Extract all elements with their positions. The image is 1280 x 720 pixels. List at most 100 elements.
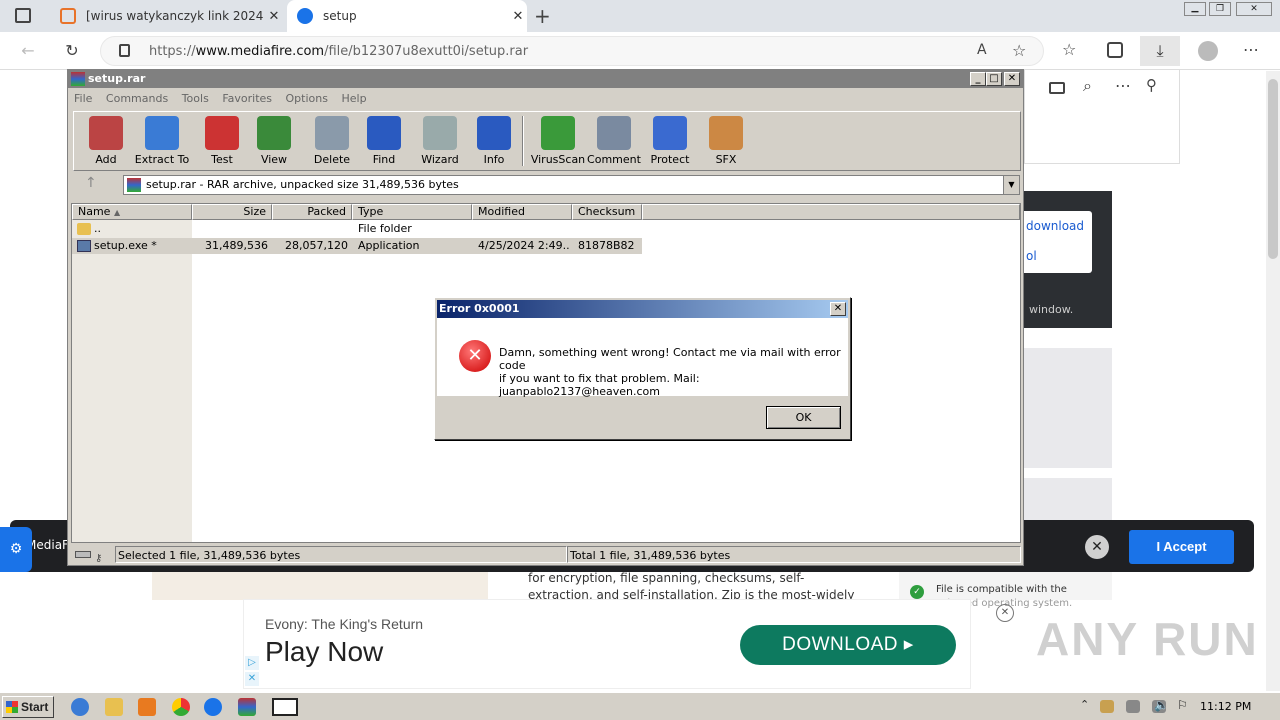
up-folder-icon[interactable]: ↑: [85, 175, 97, 191]
column-size[interactable]: Size: [192, 204, 272, 220]
dialog-close-icon[interactable]: ✕: [830, 302, 846, 316]
ie-icon[interactable]: [71, 698, 89, 716]
tool-sfx-button[interactable]: SFX: [698, 114, 754, 166]
watermark-logo: ANY RUN: [1036, 613, 1259, 665]
restore-icon[interactable]: ❐: [1209, 2, 1231, 16]
winrar-taskbar-icon[interactable]: [238, 698, 256, 716]
volume-icon[interactable]: 🔈: [1154, 698, 1169, 712]
favorites-icon[interactable]: ☆: [1062, 40, 1076, 59]
new-tab-icon[interactable]: +: [534, 4, 551, 28]
download-link[interactable]: download: [1026, 219, 1084, 233]
tool-delete-button[interactable]: Delete: [304, 114, 360, 166]
sfx-icon: [709, 116, 743, 150]
close-window-icon[interactable]: ✕: [1236, 2, 1272, 16]
tab-setup[interactable]: setup ✕: [287, 0, 527, 32]
menu-file[interactable]: File: [74, 92, 92, 105]
window-taskbar-icon[interactable]: [272, 698, 298, 716]
tab-actions-icon[interactable]: [15, 8, 31, 23]
dialog-title-bar[interactable]: Error 0x0001 ✕: [437, 300, 848, 318]
sort-asc-icon: ▲: [113, 208, 121, 217]
more-menu-icon[interactable]: ⋯: [1243, 40, 1259, 59]
tool-test-button[interactable]: Test: [194, 114, 250, 166]
article-image: [152, 572, 488, 600]
ad-download-button[interactable]: DOWNLOAD ▸: [740, 625, 956, 665]
settings-chip-icon[interactable]: ⚙: [0, 527, 32, 572]
profile-avatar[interactable]: [1198, 41, 1218, 61]
table-row[interactable]: .. File folder: [72, 221, 642, 237]
menu-favorites[interactable]: Favorites: [222, 92, 272, 105]
menu-help[interactable]: Help: [341, 92, 366, 105]
tool-protect-button[interactable]: Protect: [642, 114, 698, 166]
tab-wirus[interactable]: [wirus watykanczyk link 2024 dow ✕: [50, 0, 283, 32]
url-field[interactable]: https://www.mediafire.com/file/b12307u8e…: [100, 36, 1044, 66]
flag-icon[interactable]: ⚐: [1177, 698, 1188, 712]
cookie-close-icon[interactable]: ✕: [1085, 535, 1109, 559]
tool-info-button[interactable]: Info: [466, 114, 522, 166]
tool-label: Add: [95, 153, 117, 166]
ad-x-icon[interactable]: ✕: [245, 672, 259, 686]
menu-tools[interactable]: Tools: [182, 92, 209, 105]
ad-download-label: DOWNLOAD: [782, 634, 899, 655]
archive-path-field[interactable]: setup.rar - RAR archive, unpacked size 3…: [123, 175, 1020, 195]
ok-button[interactable]: OK: [766, 406, 841, 429]
menu-commands[interactable]: Commands: [106, 92, 168, 105]
pin-icon[interactable]: ⚲: [1146, 76, 1157, 94]
scrollbar-thumb[interactable]: [1268, 79, 1278, 259]
adchoices-icon[interactable]: ▷: [245, 656, 259, 670]
open-folder-icon[interactable]: [1049, 82, 1065, 94]
tray-box-icon[interactable]: [1100, 700, 1114, 713]
column-name[interactable]: Name ▲: [72, 204, 192, 220]
winrar-title-bar[interactable]: setup.rar _ □ ✕: [68, 70, 1023, 88]
table-row-selected[interactable]: setup.exe * 31,489,536 28,057,120 Applic…: [72, 238, 642, 254]
column-label: Name: [78, 205, 111, 218]
downloads-more-icon[interactable]: ⋯: [1115, 76, 1131, 95]
refresh-icon[interactable]: ↻: [60, 40, 84, 62]
advertisement[interactable]: Evony: The King's Return Play Now DOWNLO…: [243, 599, 1014, 689]
downloads-icon[interactable]: ⤓: [1140, 36, 1180, 66]
close-tab-icon[interactable]: ✕: [509, 9, 527, 24]
page-scrollbar[interactable]: [1266, 71, 1280, 691]
menu-options[interactable]: Options: [286, 92, 328, 105]
column-checksum[interactable]: Checksum: [572, 204, 642, 220]
tool-label: Extract To: [134, 153, 190, 166]
tray-expand-icon[interactable]: ⌃: [1080, 698, 1089, 711]
winrar-maximize-icon[interactable]: □: [986, 72, 1002, 86]
tool-extract-to-button[interactable]: Extract To: [134, 114, 190, 166]
start-button[interactable]: Start: [2, 696, 54, 718]
tool-find-button[interactable]: Find: [356, 114, 412, 166]
add-favorite-icon[interactable]: ☆: [1012, 41, 1026, 60]
column-modified[interactable]: Modified: [472, 204, 572, 220]
tool-add-button[interactable]: Add: [78, 114, 134, 166]
explorer-icon[interactable]: [105, 698, 123, 716]
winrar-close-icon[interactable]: ✕: [1004, 72, 1020, 86]
winrar-minimize-icon[interactable]: _: [970, 72, 986, 86]
close-tab-icon[interactable]: ✕: [265, 9, 283, 24]
search-downloads-icon[interactable]: ⌕: [1083, 76, 1092, 96]
tool-comment-button[interactable]: Comment: [586, 114, 642, 166]
tray-network-icon[interactable]: [1126, 700, 1140, 713]
find-icon: [367, 116, 401, 150]
column-packed[interactable]: Packed: [272, 204, 352, 220]
tool-wizard-button[interactable]: Wizard: [412, 114, 468, 166]
ad-close-icon[interactable]: ✕: [996, 604, 1014, 622]
taskbar-clock[interactable]: 11:12 PM: [1200, 700, 1251, 713]
minimize-icon[interactable]: ▁: [1184, 2, 1206, 16]
collections-icon[interactable]: [1107, 42, 1123, 58]
downloads-panel: ⌕ ⋯ ⚲: [1024, 70, 1180, 164]
lock-icon[interactable]: [119, 44, 130, 57]
chrome-icon[interactable]: [172, 698, 190, 716]
tool-label: Info: [483, 153, 505, 166]
tool-view-button[interactable]: View: [246, 114, 302, 166]
drive-icon: [75, 551, 91, 558]
media-player-icon[interactable]: [138, 698, 156, 716]
protect-icon: [653, 116, 687, 150]
path-dropdown-icon[interactable]: ▼: [1003, 176, 1019, 194]
tool-link[interactable]: ol: [1026, 249, 1037, 263]
edge-icon[interactable]: [204, 698, 222, 716]
back-icon[interactable]: ←: [16, 40, 40, 62]
tool-label: SFX: [715, 153, 737, 166]
read-aloud-icon[interactable]: A: [977, 42, 987, 58]
tool-virusscan-button[interactable]: VirusScan: [530, 114, 586, 166]
column-type[interactable]: Type: [352, 204, 472, 220]
accept-cookies-button[interactable]: I Accept: [1129, 530, 1234, 564]
